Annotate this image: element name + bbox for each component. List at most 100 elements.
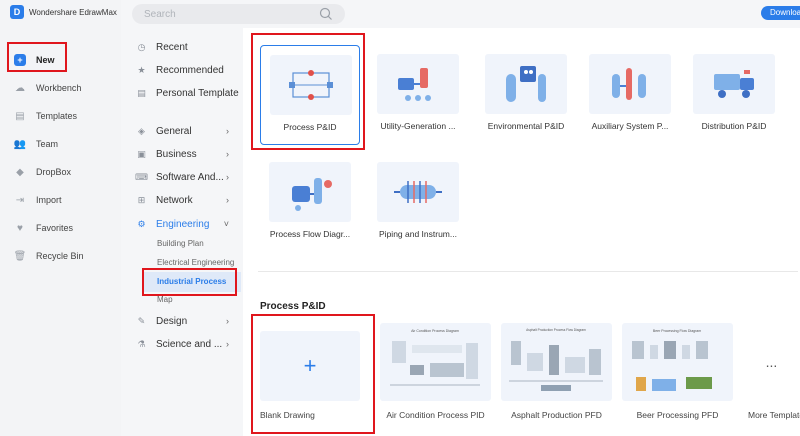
category-label: Network (156, 194, 193, 206)
templates-icon: ▤ (15, 110, 25, 122)
plus-icon: + (14, 54, 26, 66)
template-card-piping-instrumentation[interactable]: Piping and Instrum... (368, 153, 468, 253)
nav-item-label: Import (36, 195, 62, 205)
app-title: Wondershare EdrawMax (29, 7, 117, 17)
process-flow-thumbnail (269, 162, 351, 222)
nav-item-new[interactable]: + New (14, 50, 55, 70)
template-beer-processing-pfd[interactable]: Beer Processing Flow Diagram Beer Proces… (622, 323, 733, 431)
import-icon: ⇥ (15, 194, 25, 206)
edrawmax-logo-icon: D (10, 5, 24, 19)
category-recommended[interactable]: ★ Recommended (136, 61, 241, 79)
category-recent[interactable]: ◷ Recent (136, 38, 241, 56)
utility-generation-icon (398, 68, 431, 101)
dropbox-icon: ◆ (16, 166, 24, 178)
template-card-utility-generation[interactable]: Utility-Generation ... (368, 45, 468, 145)
nav-item-label: Templates (36, 111, 78, 121)
template-card-environmental-pid[interactable]: Environmental P&ID (476, 45, 576, 145)
template-label: Asphalt Production PFD (511, 410, 602, 420)
subcategory-map[interactable]: Map (157, 295, 173, 304)
ellipsis-icon: ... (743, 323, 800, 401)
nav-item-import[interactable]: ⇥ Import (14, 190, 62, 210)
environmental-pid-thumbnail (485, 54, 567, 114)
search-icon[interactable] (319, 7, 333, 21)
category-panel: ◷ Recent ★ Recommended ▤ Personal Templa… (121, 28, 243, 436)
nav-item-favorites[interactable]: ♥ Favorites (14, 218, 73, 238)
auxiliary-system-thumbnail (589, 54, 671, 114)
more-templates-card[interactable]: ... More Templates (743, 323, 800, 431)
category-engineering[interactable]: ⚙ Engineering ˅ (136, 215, 241, 233)
template-card-process-flow-diagram[interactable]: Process Flow Diagr... (260, 153, 360, 253)
clock-icon: ◷ (137, 41, 146, 52)
briefcase-icon: ▣ (137, 148, 146, 159)
nav-item-templates[interactable]: ▤ Templates (14, 106, 77, 126)
template-label: Process Flow Diagr... (269, 229, 351, 239)
network-icon: ⊞ (137, 194, 146, 205)
section-divider (258, 271, 798, 272)
piping-instrumentation-thumbnail (377, 162, 459, 222)
shapes-icon: ◈ (138, 125, 145, 136)
search-input[interactable] (144, 8, 304, 20)
nav-item-team[interactable]: 👥 Team (14, 134, 58, 154)
design-icon: ✎ (137, 315, 146, 326)
trash-icon: 🗑 (13, 250, 27, 262)
search-box[interactable] (132, 4, 345, 24)
category-software[interactable]: ⌨ Software And... › (135, 168, 241, 186)
category-general[interactable]: ◈ General › (136, 122, 241, 140)
piping-icon (394, 181, 442, 203)
subcategory-industrial-process[interactable]: Industrial Process (143, 272, 241, 292)
category-label: Design (156, 315, 188, 327)
heart-icon: ♥ (17, 222, 23, 234)
app-logo: D Wondershare EdrawMax (10, 5, 117, 19)
nav-item-label: Team (36, 139, 59, 149)
process-flow-icon (292, 178, 332, 211)
truck-icon (714, 70, 754, 98)
category-label: General (156, 125, 192, 137)
category-label: Recommended (156, 64, 224, 76)
category-label: Personal Template (156, 87, 239, 99)
main-content: Process P&ID Utility-Generation ... Envi… (243, 28, 800, 436)
section-title: Process P&ID (260, 301, 326, 312)
template-label: Beer Processing PFD (636, 410, 719, 420)
nav-item-recycle-bin[interactable]: 🗑 Recycle Bin (14, 246, 84, 266)
download-button[interactable]: Download (761, 6, 800, 20)
template-card-process-pid[interactable]: Process P&ID (260, 45, 360, 145)
category-business[interactable]: ▣ Business › (136, 145, 241, 163)
template-air-condition-process-pid[interactable]: Air Condition Process Diagram Air Condit… (380, 323, 491, 431)
document-icon: ▤ (137, 87, 146, 98)
template-card-auxiliary-system[interactable]: Auxiliary System P... (580, 45, 680, 145)
category-design[interactable]: ✎ Design › (136, 312, 241, 330)
category-network[interactable]: ⊞ Network › (136, 191, 241, 209)
left-navigation: D Wondershare EdrawMax + New ☁ Workbench… (0, 0, 121, 436)
team-icon: 👥 (13, 138, 27, 150)
more-templates-label: More Templates (748, 410, 800, 420)
environmental-pid-icon (506, 66, 546, 102)
chevron-right-icon: › (226, 195, 229, 205)
category-label: Engineering (156, 218, 210, 230)
nav-item-dropbox[interactable]: ◆ DropBox (14, 162, 71, 182)
blank-drawing-card[interactable]: + Blank Drawing (251, 323, 362, 431)
category-personal-template[interactable]: ▤ Personal Template (136, 84, 241, 102)
subcategory-electrical-engineering[interactable]: Electrical Engineering (157, 258, 234, 267)
thumb-title: Asphalt Production Process Flow Diagram (526, 328, 586, 332)
asphalt-production-thumbnail: Asphalt Production Process Flow Diagram (501, 323, 612, 401)
code-icon: ⌨ (135, 171, 148, 182)
process-pid-thumbnail (270, 55, 352, 115)
beer-processing-thumbnail: Beer Processing Flow Diagram (622, 323, 733, 401)
nav-item-workbench[interactable]: ☁ Workbench (14, 78, 81, 98)
cloud-icon: ☁ (15, 82, 25, 94)
template-label: Utility-Generation ... (380, 121, 456, 131)
distribution-pid-thumbnail (693, 54, 775, 114)
nav-item-label: New (36, 55, 55, 65)
subcategory-building-plan[interactable]: Building Plan (157, 239, 204, 248)
template-label: Piping and Instrum... (379, 229, 457, 239)
template-card-distribution-pid[interactable]: Distribution P&ID (684, 45, 784, 145)
template-asphalt-production-pfd[interactable]: Asphalt Production Process Flow Diagram … (501, 323, 612, 431)
chevron-right-icon: › (226, 172, 229, 182)
category-label: Recent (156, 41, 188, 53)
nav-item-label: Recycle Bin (36, 251, 84, 261)
nav-item-label: Workbench (36, 83, 82, 93)
category-label: Science and ... (156, 338, 223, 350)
nav-item-label: DropBox (36, 167, 72, 177)
category-science[interactable]: ⚗ Science and ... › (136, 335, 241, 353)
process-pid-icon (289, 70, 333, 100)
